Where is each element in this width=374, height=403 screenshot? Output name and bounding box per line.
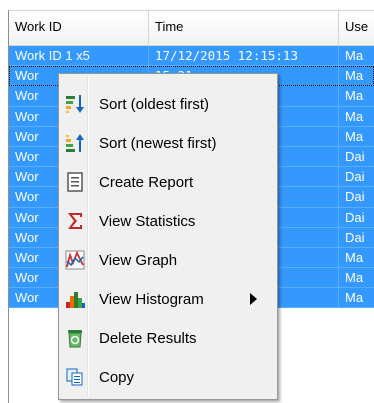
menu-item-view-statistics[interactable]: View Statistics (61, 203, 275, 239)
user-cell: Ma (339, 66, 374, 85)
user-cell: Dai (339, 147, 374, 166)
menu-item-copy[interactable]: Copy (61, 359, 275, 395)
report-icon (62, 169, 88, 195)
user-cell: Ma (339, 248, 374, 267)
context-menu: Sort (oldest first) Sort (newest first) … (58, 73, 278, 400)
sort-descending-icon (62, 130, 88, 156)
user-cell: Ma (339, 268, 374, 287)
user-cell: Ma (339, 127, 374, 146)
menu-item-label: Delete Results (99, 329, 197, 347)
user-cell: Dai (339, 187, 374, 206)
histogram-icon (62, 286, 88, 312)
menu-item-label: Copy (99, 368, 135, 386)
submenu-arrow-icon (250, 293, 257, 305)
menu-item-label: View Graph (99, 251, 178, 269)
time-cell: 17/12/2015 12:15:13 (149, 46, 339, 66)
menu-item-sort-newest-first[interactable]: Sort (newest first) (61, 125, 275, 161)
user-cell: Dai (339, 167, 374, 186)
user-cell: Ma (339, 107, 374, 126)
menu-item-label: Create Report (99, 173, 194, 191)
sigma-icon (62, 208, 88, 234)
graph-icon (62, 247, 88, 273)
menu-item-label: View Histogram (99, 290, 204, 308)
user-cell: Ma (339, 46, 374, 65)
sort-ascending-icon (62, 91, 88, 117)
menu-item-view-graph[interactable]: View Graph (61, 242, 275, 278)
menu-item-create-report[interactable]: Create Report (61, 164, 275, 200)
menu-item-label: Sort (newest first) (99, 134, 217, 152)
user-cell: Ma (339, 288, 374, 307)
menu-item-label: Sort (oldest first) (99, 95, 210, 113)
column-header-user[interactable]: Use (339, 11, 374, 45)
recycle-bin-icon (62, 325, 88, 351)
column-header-work-id[interactable]: Work ID (9, 11, 149, 45)
user-cell: Dai (339, 208, 374, 227)
grid-header: Work ID Time Use (9, 10, 374, 46)
menu-item-label: View Statistics (99, 212, 196, 230)
menu-item-sort-oldest-first[interactable]: Sort (oldest first) (61, 86, 275, 122)
copy-icon (62, 364, 88, 390)
column-header-time[interactable]: Time (149, 11, 339, 45)
user-cell: Dai (339, 228, 374, 247)
menu-item-delete-results[interactable]: Delete Results (61, 320, 275, 356)
menu-item-view-histogram[interactable]: View Histogram (61, 281, 275, 317)
user-cell: Ma (339, 86, 374, 105)
table-row[interactable]: Work ID 1 x5 17/12/2015 12:15:13 Ma (9, 46, 374, 67)
work-id-cell: Work ID 1 x5 (9, 46, 149, 66)
